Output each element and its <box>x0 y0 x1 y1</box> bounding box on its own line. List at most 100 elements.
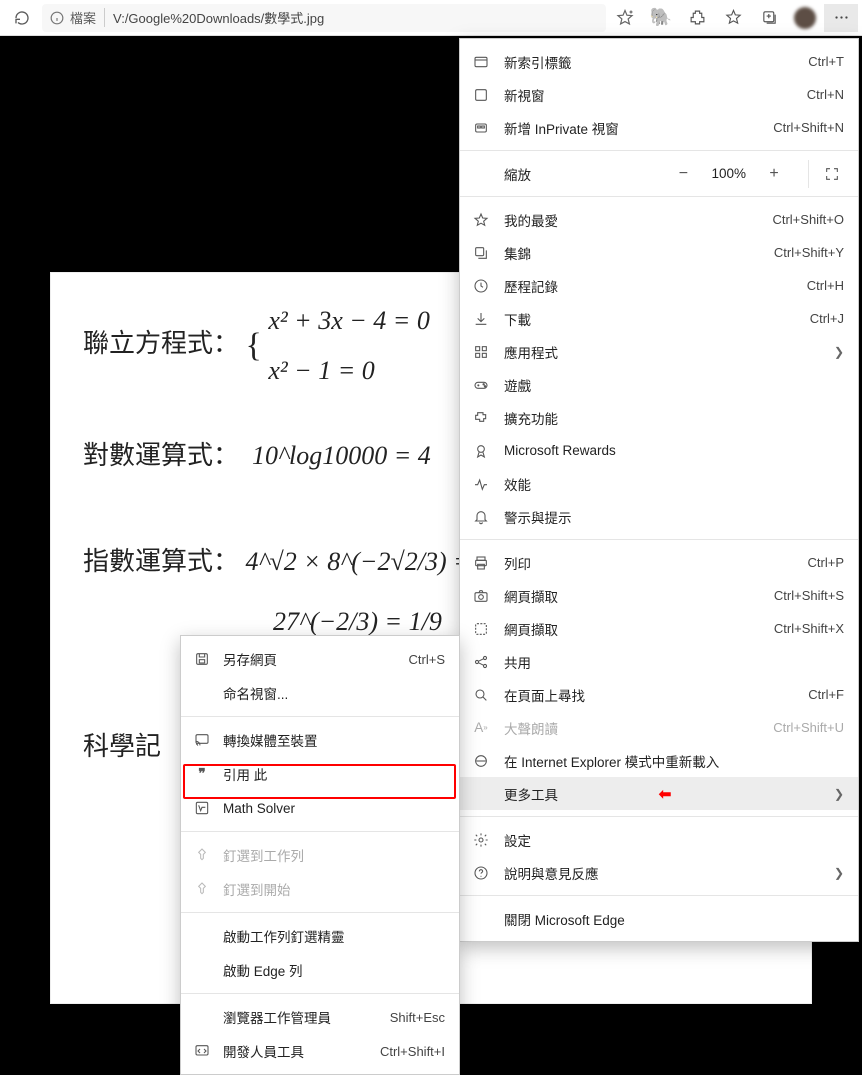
sub-label: 釘選到工作列 <box>223 845 445 865</box>
menu-label: 新索引標籤 <box>504 52 794 72</box>
submenu-math-solver[interactable]: Math Solver <box>181 791 459 825</box>
new-tab-icon <box>472 53 490 71</box>
menu-inprivate[interactable]: 新增 InPrivate 視窗 Ctrl+Shift+N <box>460 111 858 144</box>
dev-tools-icon <box>193 1042 211 1060</box>
download-icon <box>472 310 490 328</box>
shortcut: Ctrl+Shift+X <box>774 621 844 636</box>
eq2: 10^log10000 = 4 <box>252 441 431 470</box>
separator <box>181 993 459 994</box>
submenu-task-manager[interactable]: 瀏覽器工作管理員 Shift+Esc <box>181 1000 459 1034</box>
profile-avatar[interactable] <box>788 4 822 32</box>
submenu-cite[interactable]: ❞ 引用 此 <box>181 757 459 791</box>
sub-label: 開發人員工具 <box>223 1041 368 1061</box>
main-menu: 新索引標籤 Ctrl+T 新視窗 Ctrl+N 新增 InPrivate 視窗 … <box>459 38 859 942</box>
submenu-taskbar-wizard[interactable]: 啟動工作列釘選精靈 <box>181 919 459 953</box>
browser-toolbar: 檔案 V:/Google%20Downloads/數學式.jpg 🐘 <box>0 0 862 36</box>
red-arrow-icon: ⬅ <box>659 785 672 803</box>
info-button[interactable]: 檔案 <box>50 8 105 27</box>
blank-icon <box>472 910 490 928</box>
separator <box>181 912 459 913</box>
menu-close-edge[interactable]: 關閉 Microsoft Edge <box>460 902 858 935</box>
file-label: 檔案 <box>70 8 96 27</box>
submenu-dev-tools[interactable]: 開發人員工具 Ctrl+Shift+I <box>181 1034 459 1068</box>
menu-new-tab[interactable]: 新索引標籤 Ctrl+T <box>460 45 858 78</box>
shortcut: Ctrl+Shift+U <box>773 720 844 735</box>
shortcut: Ctrl+F <box>808 687 844 702</box>
menu-extensions[interactable]: 擴充功能 <box>460 401 858 434</box>
chevron-right-icon: ❯ <box>834 345 844 359</box>
menu-performance[interactable]: 效能 <box>460 467 858 500</box>
submenu-cast[interactable]: 轉換媒體至裝置 <box>181 723 459 757</box>
menu-settings[interactable]: 設定 <box>460 823 858 856</box>
zoom-label: 縮放 <box>504 164 655 184</box>
menu-apps[interactable]: 應用程式 ❯ <box>460 335 858 368</box>
history-icon <box>472 277 490 295</box>
submenu-edge-bar[interactable]: 啟動 Edge 列 <box>181 953 459 987</box>
menu-games[interactable]: 遊戲 <box>460 368 858 401</box>
collections-icon <box>472 244 490 262</box>
zoom-in-button[interactable]: + <box>760 160 788 188</box>
blank-icon <box>193 927 211 945</box>
shortcut: Ctrl+P <box>808 555 844 570</box>
evernote-icon[interactable]: 🐘 <box>644 4 678 32</box>
menu-ie-mode[interactable]: 在 Internet Explorer 模式中重新載入 <box>460 744 858 777</box>
sub-label: 釘選到開始 <box>223 879 445 899</box>
address-bar[interactable]: 檔案 V:/Google%20Downloads/數學式.jpg <box>42 4 606 32</box>
separator <box>460 816 858 817</box>
submenu-name-window[interactable]: 命名視窗... <box>181 676 459 710</box>
chevron-right-icon: ❯ <box>834 866 844 880</box>
menu-label: 下載 <box>504 309 796 329</box>
submenu-save-as[interactable]: 另存網頁 Ctrl+S <box>181 642 459 676</box>
fullscreen-button[interactable] <box>808 160 844 188</box>
games-icon <box>472 376 490 394</box>
gear-icon <box>472 831 490 849</box>
shortcut: Ctrl+Shift+I <box>380 1044 445 1059</box>
menu-web-select[interactable]: 網頁擷取 Ctrl+Shift+X <box>460 612 858 645</box>
menu-new-window[interactable]: 新視窗 Ctrl+N <box>460 78 858 111</box>
separator <box>460 539 858 540</box>
blank-icon <box>193 1008 211 1026</box>
menu-collections[interactable]: 集錦 Ctrl+Shift+Y <box>460 236 858 269</box>
search-icon <box>472 686 490 704</box>
favorites-icon[interactable] <box>716 4 750 32</box>
eq3-label: 指數運算式： <box>83 546 239 576</box>
shortcut: Ctrl+S <box>409 652 445 667</box>
menu-history[interactable]: 歷程記錄 Ctrl+H <box>460 269 858 302</box>
select-icon <box>472 620 490 638</box>
add-favorite-button[interactable] <box>608 4 642 32</box>
menu-alerts[interactable]: 警示與提示 <box>460 500 858 533</box>
menu-label: 警示與提示 <box>504 507 844 527</box>
refresh-button[interactable] <box>4 4 40 32</box>
menu-label: 共用 <box>504 652 844 672</box>
menu-label: Microsoft Rewards <box>504 443 844 458</box>
extensions-icon[interactable] <box>680 4 714 32</box>
menu-downloads[interactable]: 下載 Ctrl+J <box>460 302 858 335</box>
menu-help[interactable]: 說明與意見反應 ❯ <box>460 856 858 889</box>
more-menu-button[interactable] <box>824 4 858 32</box>
menu-read-aloud: A» 大聲朗讀 Ctrl+Shift+U <box>460 711 858 744</box>
menu-web-capture[interactable]: 網頁擷取 Ctrl+Shift+S <box>460 579 858 612</box>
blank-icon <box>193 961 211 979</box>
menu-favorites[interactable]: 我的最愛 Ctrl+Shift+O <box>460 203 858 236</box>
sub-label: 另存網頁 <box>223 649 397 669</box>
separator <box>460 895 858 896</box>
collections-icon[interactable] <box>752 4 786 32</box>
menu-share[interactable]: 共用 <box>460 645 858 678</box>
separator <box>181 716 459 717</box>
menu-label: 效能 <box>504 474 844 494</box>
menu-label: 我的最愛 <box>504 210 758 230</box>
share-icon <box>472 653 490 671</box>
eq2-label: 對數運算式： <box>83 440 239 470</box>
pin-icon <box>193 846 211 864</box>
menu-print[interactable]: 列印 Ctrl+P <box>460 546 858 579</box>
menu-find[interactable]: 在頁面上尋找 Ctrl+F <box>460 678 858 711</box>
menu-label: 設定 <box>504 830 844 850</box>
zoom-out-button[interactable]: − <box>669 160 697 188</box>
menu-rewards[interactable]: Microsoft Rewards <box>460 434 858 467</box>
menu-more-tools[interactable]: 更多工具 ⬅ ❯ <box>460 777 858 810</box>
blank-icon <box>193 684 211 702</box>
performance-icon <box>472 475 490 493</box>
sub-label: Math Solver <box>223 801 445 816</box>
save-icon <box>193 650 211 668</box>
read-aloud-icon: A» <box>472 719 490 737</box>
